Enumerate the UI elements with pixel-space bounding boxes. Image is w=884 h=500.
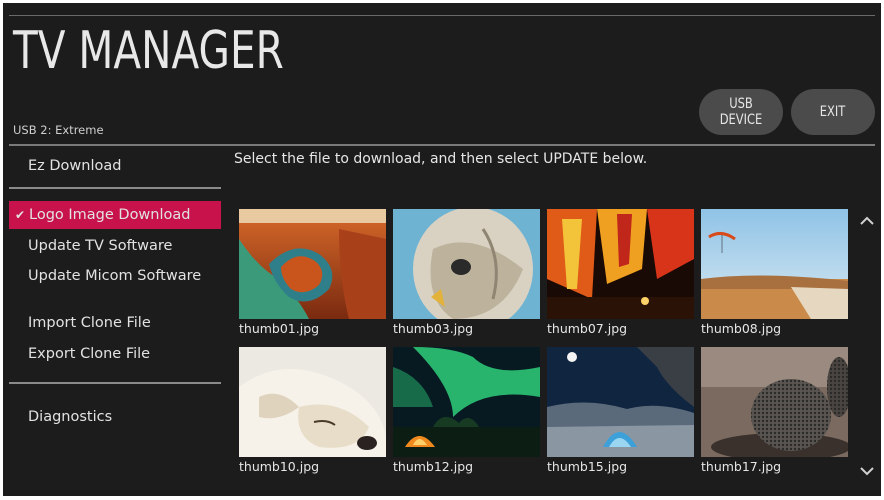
sidebar-item-import-clone-file[interactable]: Import Clone File: [9, 309, 221, 337]
thumbnail-image-dog: [239, 347, 386, 457]
sidebar-item-label: Diagnostics: [28, 409, 113, 425]
thumbnail-item[interactable]: thumb01.jpg: [239, 209, 386, 338]
sidebar-item-label: Ez Download: [28, 158, 122, 174]
sidebar-item-export-clone-file[interactable]: Export Clone File: [9, 340, 221, 368]
thumbnail-item[interactable]: thumb12.jpg: [393, 347, 540, 476]
usb-device-button[interactable]: USB DEVICE: [699, 89, 783, 135]
sidebar-divider: [9, 382, 221, 384]
sidebar-item-ez-download[interactable]: Ez Download: [9, 152, 221, 180]
sidebar-item-label: Update Micom Software: [28, 268, 202, 284]
thumbnail-item[interactable]: thumb17.jpg: [701, 347, 848, 476]
thumbnail-item[interactable]: thumb10.jpg: [239, 347, 386, 476]
tv-manager-screen: TV MANAGER USB 2: Extreme USB DEVICE EXI…: [3, 3, 881, 496]
sidebar-item-label: Import Clone File: [28, 315, 151, 331]
sidebar-item-label: Export Clone File: [28, 346, 151, 362]
thumbnail-item[interactable]: thumb08.jpg: [701, 209, 848, 338]
thumbnail-item[interactable]: thumb15.jpg: [547, 347, 694, 476]
sidebar-item-diagnostics[interactable]: Diagnostics: [9, 403, 221, 431]
exit-label: EXIT: [820, 104, 846, 120]
thumbnail-image-paraglider: [701, 209, 848, 319]
thumbnail-image-tent-night: [547, 347, 694, 457]
chevron-down-icon[interactable]: [857, 461, 877, 481]
sidebar-divider: [9, 187, 221, 189]
thumbnail-filename: thumb10.jpg: [239, 459, 320, 474]
thumbnail-image-canyon: [239, 209, 386, 319]
sidebar-item-label: Update TV Software: [28, 238, 173, 254]
sidebar-item-logo-image-download[interactable]: ✔ Logo Image Download: [9, 201, 221, 229]
thumbnail-image-aurora: [393, 347, 540, 457]
thumbnail-filename: thumb03.jpg: [393, 321, 474, 336]
thumbnail-filename: thumb07.jpg: [547, 321, 628, 336]
chevron-up-icon[interactable]: [857, 211, 877, 231]
usb-device-label: USB DEVICE: [719, 96, 763, 128]
thumbnail-image-sculpture: [701, 347, 848, 457]
thumbnail-item[interactable]: thumb03.jpg: [393, 209, 540, 338]
instruction-text: Select the file to download, and then se…: [234, 151, 648, 167]
sidebar-item-update-micom-software[interactable]: Update Micom Software: [9, 262, 221, 290]
top-divider: [9, 15, 875, 16]
app-title: TV MANAGER: [13, 21, 284, 81]
sidebar-item-label: Logo Image Download: [29, 207, 191, 223]
thumbnail-filename: thumb01.jpg: [239, 321, 320, 336]
thumbnail-filename: thumb17.jpg: [701, 459, 782, 474]
check-icon: ✔: [15, 208, 26, 222]
header-divider: [9, 144, 875, 146]
thumbnail-filename: thumb12.jpg: [393, 459, 474, 474]
exit-button[interactable]: EXIT: [791, 89, 875, 135]
sidebar-item-update-tv-software[interactable]: Update TV Software: [9, 232, 221, 260]
thumbnail-item[interactable]: thumb07.jpg: [547, 209, 694, 338]
thumbnail-image-balloons: [547, 209, 694, 319]
device-label: USB 2: Extreme: [13, 123, 104, 137]
thumbnail-filename: thumb08.jpg: [701, 321, 782, 336]
thumbnail-filename: thumb15.jpg: [547, 459, 628, 474]
thumbnail-image-owl: [393, 209, 540, 319]
